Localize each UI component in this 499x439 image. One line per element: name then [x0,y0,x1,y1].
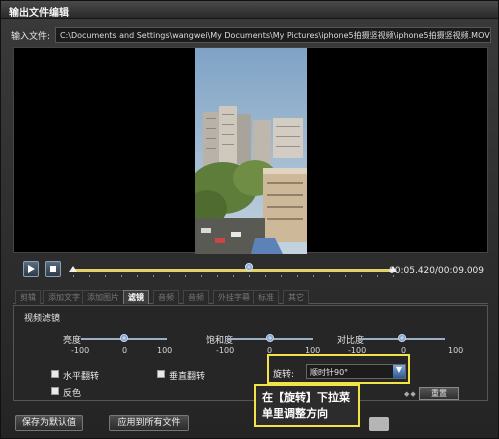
video-frame-image [195,48,307,254]
video-filter-group-title: 视频滤镜 [24,314,61,324]
contrast-max: 100 [448,346,464,355]
flip-vertical-label: 垂直翻转 [169,372,206,382]
timeline-ticks [73,275,394,277]
tab-4[interactable]: 音频 [153,290,179,304]
tab-8[interactable]: 其它 [283,290,309,304]
timeline-tick [153,275,154,277]
title-bar: 输出文件编辑 [1,1,498,19]
timeline-tick [297,275,298,277]
window-title: 输出文件编辑 [9,8,69,19]
annotation-line-2: 单里调整方向 [262,407,328,420]
timeline-tick [361,275,362,277]
playhead-knob[interactable] [245,263,253,271]
video-preview [13,47,488,254]
brightness-min: -100 [71,346,90,355]
flip-vertical-checkbox[interactable] [157,370,165,378]
timeline-tick [137,275,138,277]
input-file-path[interactable]: C:\Documents and Settings\wangwei\My Doc… [55,27,491,43]
timecode: 00:05.420/00:09.009 [389,266,484,276]
timeline-tick [89,275,90,277]
brightness-knob[interactable] [120,334,128,342]
timeline-tick [249,275,250,277]
timeline-tick [329,275,330,277]
brightness-max: 100 [157,346,173,355]
timeline-tick [169,275,170,277]
timeline-tick [201,275,202,277]
timeline-tick [281,275,282,277]
editor-tabs: 剪辑 添加文字 添加图片 滤镜 音频 音频 外挂字幕 标准 其它 [13,288,488,304]
chevron-down-icon[interactable]: ▼ [393,365,405,378]
invert-checkbox[interactable] [51,387,59,395]
watermark-logo [369,417,389,431]
brightness-mid: 0 [122,346,128,355]
reset-button[interactable]: 重置 [419,387,459,400]
video-frame [195,48,307,254]
timeline-tick [345,275,346,277]
tab-6[interactable]: 外挂字幕 [213,290,255,304]
tab-3[interactable]: 滤镜 [123,290,149,304]
tab-2[interactable]: 添加图片 [82,290,124,304]
tab-1[interactable]: 添加文字 [43,290,85,304]
timeline-tick [377,275,378,277]
tab-7[interactable]: 标准 [253,290,279,304]
apply-all-button[interactable]: 应用到所有文件 [109,415,189,431]
timeline-tick [313,275,314,277]
tab-0[interactable]: 剪辑 [15,290,41,304]
stop-button[interactable] [45,261,61,277]
timeline-tick [73,275,74,277]
rotate-label: 旋转: [273,370,295,380]
saturation-knob[interactable] [266,334,274,342]
playback-controls: 00:05.420/00:09.009 [13,257,488,283]
timeline-tick [265,275,266,277]
stop-icon [50,266,56,272]
rotate-select-value: 顺时针90° [310,368,349,377]
play-button[interactable] [23,261,39,277]
input-file-label: 输入文件: [11,32,51,42]
trim-start-marker[interactable] [69,266,77,272]
timeline-tick [185,275,186,277]
flip-horizontal-checkbox[interactable] [51,370,59,378]
flip-horizontal-label: 水平翻转 [63,372,100,382]
timeline-tick [105,275,106,277]
save-default-button[interactable]: 保存为默认值 [15,415,83,431]
output-file-editor-window: 输出文件编辑 输入文件: C:\Documents and Settings\w… [0,0,499,439]
annotation-line-1: 在【旋转】下拉菜 [262,391,350,404]
timeline-tick [121,275,122,277]
brightness-label: 亮度 [63,336,82,346]
play-icon [28,265,35,273]
annotation-callout: 在【旋转】下拉菜 单里调整方向 [254,384,360,427]
rotate-select[interactable]: 顺时针90° ▼ [306,364,406,379]
ellipsis-icon: ◆◆ [404,390,417,398]
invert-label: 反色 [63,389,82,399]
contrast-knob[interactable] [398,334,406,342]
timeline-tick [233,275,234,277]
saturation-min: -100 [216,346,235,355]
timeline-track[interactable] [73,269,393,272]
timeline-tick [217,275,218,277]
tab-5[interactable]: 音频 [183,290,209,304]
